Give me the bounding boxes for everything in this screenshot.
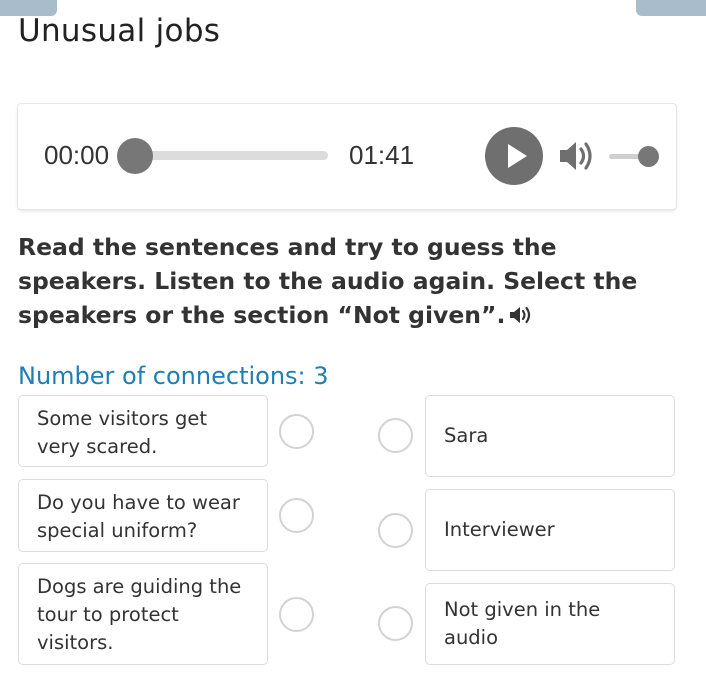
statement-card[interactable]: Do you have to wear special uniform?: [18, 479, 268, 552]
connections-count: Number of connections: 3: [18, 362, 329, 390]
statement-connector[interactable]: [279, 414, 314, 449]
option-text: Not given in the audio: [444, 598, 601, 649]
statement-card[interactable]: Dogs are guiding the tour to protect vis…: [18, 563, 268, 665]
top-right-tab[interactable]: [636, 0, 706, 16]
current-time: 00:00: [44, 140, 110, 170]
progress-thumb[interactable]: [117, 138, 153, 174]
volume-thumb[interactable]: [638, 146, 659, 167]
option-connector[interactable]: [378, 606, 413, 641]
duration-time: 01:41: [349, 140, 415, 170]
statement-connector[interactable]: [279, 498, 314, 533]
option-card[interactable]: Sara: [425, 395, 675, 477]
statement-card[interactable]: Some visitors get very scared.: [18, 395, 268, 467]
option-card[interactable]: Interviewer: [425, 489, 675, 571]
statement-text: Dogs are guiding the tour to protect vis…: [37, 575, 242, 654]
play-button[interactable]: [485, 127, 543, 185]
instructions-text: Read the sentences and try to guess the …: [18, 233, 638, 329]
task-instructions: Read the sentences and try to guess the …: [18, 230, 688, 332]
play-icon: [508, 144, 527, 168]
statement-text: Some visitors get very scared.: [37, 407, 208, 458]
statement-text: Do you have to wear special uniform?: [37, 491, 240, 542]
progress-track[interactable]: [135, 151, 328, 160]
option-card[interactable]: Not given in the audio: [425, 583, 675, 665]
speaker-icon[interactable]: [509, 305, 535, 325]
option-connector[interactable]: [378, 418, 413, 453]
page-title: Unusual jobs: [18, 13, 221, 49]
option-text: Interviewer: [444, 518, 555, 541]
option-connector[interactable]: [378, 513, 413, 548]
speaker-icon[interactable]: [558, 138, 596, 174]
statement-connector[interactable]: [279, 597, 314, 632]
audio-player: 00:00 01:41: [18, 104, 676, 209]
option-text: Sara: [444, 424, 489, 447]
